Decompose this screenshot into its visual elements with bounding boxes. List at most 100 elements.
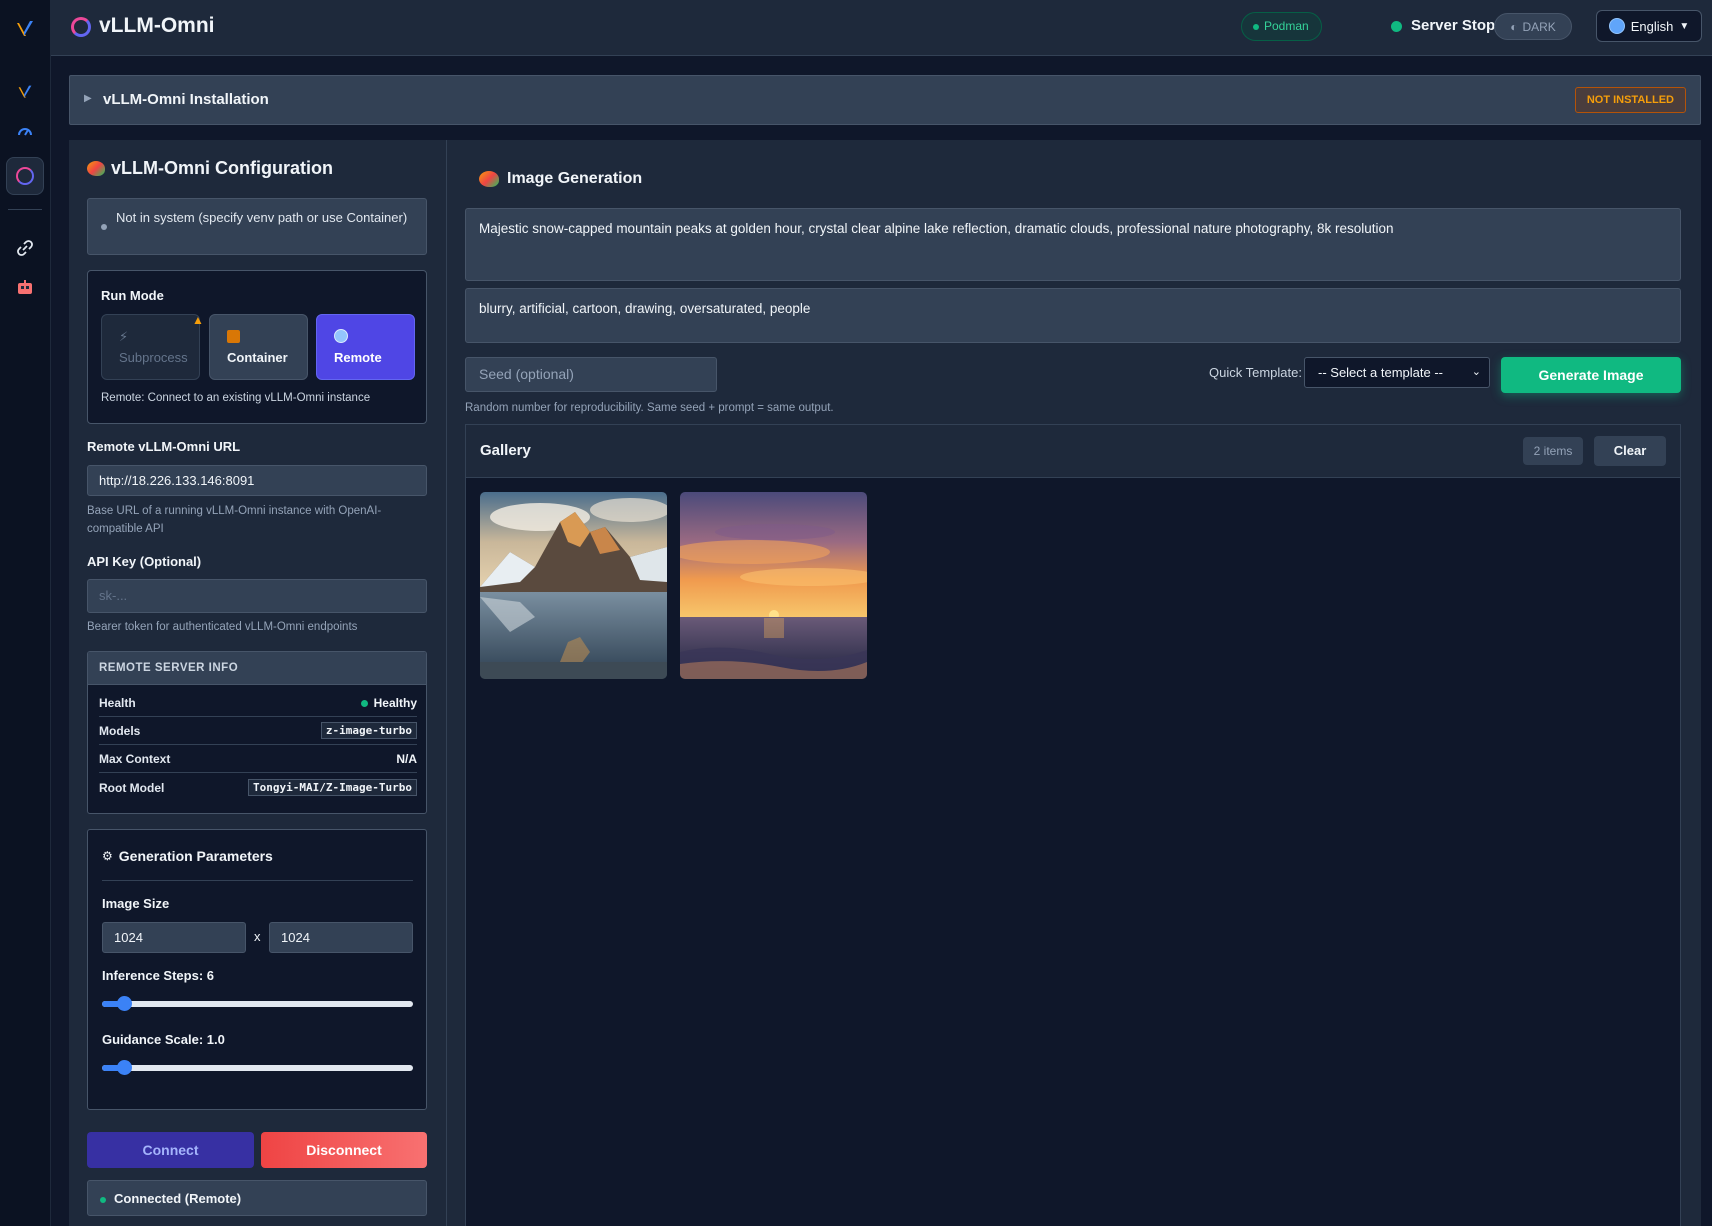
connection-status: Connected (Remote) [87,1180,427,1216]
config-panel: vLLM-Omni Configuration Not in system (s… [69,140,447,1226]
mountain-lake-image [480,492,667,679]
prompt-textarea[interactable]: Majestic snow-capped mountain peaks at g… [465,208,1681,281]
omni-ring-icon[interactable] [6,157,44,195]
quick-template-label: Quick Template: [1209,365,1302,380]
info-row-health: Health Healthy [99,690,417,717]
palette-icon [87,161,105,176]
gauge-icon[interactable] [6,112,44,150]
image-size-label: Image Size [102,896,170,911]
run-mode-label: Run Mode [101,288,164,303]
box-icon [227,330,240,343]
height-input[interactable]: 1024 [269,922,413,953]
link-icon[interactable] [6,229,44,267]
slider-thumb[interactable] [116,996,132,1011]
gen-params-title-text: Generation Parameters [118,848,273,864]
generation-params-box: ⚙ Generation Parameters Image Size 1024 … [87,829,427,1110]
healthy-dot [360,700,368,707]
connection-status-text: Connected (Remote) [114,1191,242,1206]
half-moon-icon: ◐ [1510,19,1518,34]
remote-url-label: Remote vLLM-Omni URL [87,439,241,454]
info-value: Healthy [360,696,417,710]
info-value: z-image-turbo [320,722,417,739]
chevron-down-icon: ⌄ [1471,366,1481,378]
quick-template-value: -- Select a template -- [1318,365,1443,380]
top-bar: vLLM-Omni Podman Server Stopped ◐ DARK E… [51,0,1712,56]
status-dot [100,1197,106,1203]
disconnect-button[interactable]: Disconnect [261,1132,427,1168]
run-mode-subprocess[interactable]: ⚡ Subprocess ▲ [101,313,204,380]
vllm-nav-icon[interactable] [6,73,44,111]
size-separator: x [254,929,261,944]
guidance-scale-slider[interactable] [102,1060,413,1075]
lightning-icon: ⚡ [119,329,129,344]
palette-icon [479,171,499,187]
robot-icon[interactable] [6,269,44,307]
ocean-sunset-image [680,492,867,679]
status-dot [101,224,107,230]
expand-triangle-icon: ▶ [84,93,92,104]
gallery-count-badge: 2 items [1523,437,1583,465]
seed-input[interactable]: Seed (optional) [465,357,717,392]
negative-prompt-textarea[interactable]: blurry, artificial, cartoon, drawing, ov… [465,288,1681,343]
remote-url-input[interactable]: http://18.226.133.146:8091 [87,465,427,496]
info-key: Health [99,696,136,710]
run-mode-subprocess-label: Subprocess [119,350,188,365]
rail-divider [8,209,42,210]
vllm-logo-icon[interactable] [6,10,44,48]
theme-label: DARK [1522,19,1556,34]
info-key: Max Context [99,752,171,766]
guidance-scale-label: Guidance Scale: 1.0 [102,1032,225,1047]
language-label: English [1630,18,1674,34]
info-key: Models [99,724,141,738]
info-value: Tongyi-MAI/Z-Image-Turbo [248,779,417,796]
remote-server-info: REMOTE SERVER INFO Health Healthy Models… [87,651,427,814]
connect-button[interactable]: Connect [87,1132,254,1168]
gallery-header: Gallery 2 items Clear [466,425,1680,478]
info-row-root-model: Root Model Tongyi-MAI/Z-Image-Turbo [99,775,417,802]
run-mode-remote[interactable]: Remote [316,314,415,380]
run-mode-container-label: Container [227,350,288,365]
seed-helper: Random number for reproducibility. Same … [465,402,834,414]
server-info-title: REMOTE SERVER INFO [88,652,426,685]
info-value: N/A [396,752,417,766]
gallery: Gallery 2 items Clear [465,424,1681,1226]
api-key-helper: Bearer token for authenticated vLLM-Omni… [87,621,358,633]
nav-rail [0,0,51,1226]
info-key: Root Model [99,781,165,795]
health-value: Healthy [373,696,417,710]
generate-image-button[interactable]: Generate Image [1501,357,1681,393]
width-input[interactable]: 1024 [102,922,246,953]
gallery-clear-button[interactable]: Clear [1594,436,1666,466]
install-status-badge: NOT INSTALLED [1574,87,1686,113]
gen-params-title: ⚙ Generation Parameters [102,848,273,864]
globe-icon [334,329,348,343]
run-mode-description: Remote: Connect to an existing vLLM-Omni… [101,392,371,404]
gear-icon: ⚙ [102,849,113,863]
installation-section[interactable]: ▶ vLLM-Omni Installation NOT INSTALLED [69,75,1701,125]
quick-template-select[interactable]: -- Select a template -- ⌄ [1304,357,1490,388]
api-key-input[interactable]: sk-... [87,579,427,613]
inference-steps-label: Inference Steps: 6 [102,968,214,983]
remote-url-helper: Base URL of a running vLLM-Omni instance… [87,505,382,535]
language-select[interactable]: English ▼ [1596,10,1702,42]
generation-title-text: Image Generation [507,170,643,187]
inference-steps-slider[interactable] [102,996,413,1011]
system-status-box: Not in system (specify venv path or use … [87,198,427,255]
runtime-badge: Podman [1241,12,1322,41]
slider-thumb[interactable] [116,1060,132,1075]
run-mode-box: Run Mode ⚡ Subprocess ▲ Container Remote… [87,270,427,424]
caret-down-icon: ▼ [1679,20,1690,32]
gallery-image-sunset[interactable] [680,492,867,679]
info-row-models: Models z-image-turbo [99,718,417,745]
config-title: vLLM-Omni Configuration [87,158,333,179]
system-status-text: Not in system (specify venv path or use … [116,210,408,225]
run-mode-container[interactable]: Container [209,314,308,380]
gallery-image-mountain[interactable] [480,492,667,679]
config-title-text: vLLM-Omni Configuration [111,158,333,178]
installation-title: vLLM-Omni Installation [103,91,269,108]
omni-ring-icon [71,17,91,37]
theme-toggle-button[interactable]: ◐ DARK [1494,13,1572,40]
divider [102,880,413,881]
run-mode-remote-label: Remote [334,350,382,365]
info-row-max-context: Max Context N/A [99,746,417,773]
